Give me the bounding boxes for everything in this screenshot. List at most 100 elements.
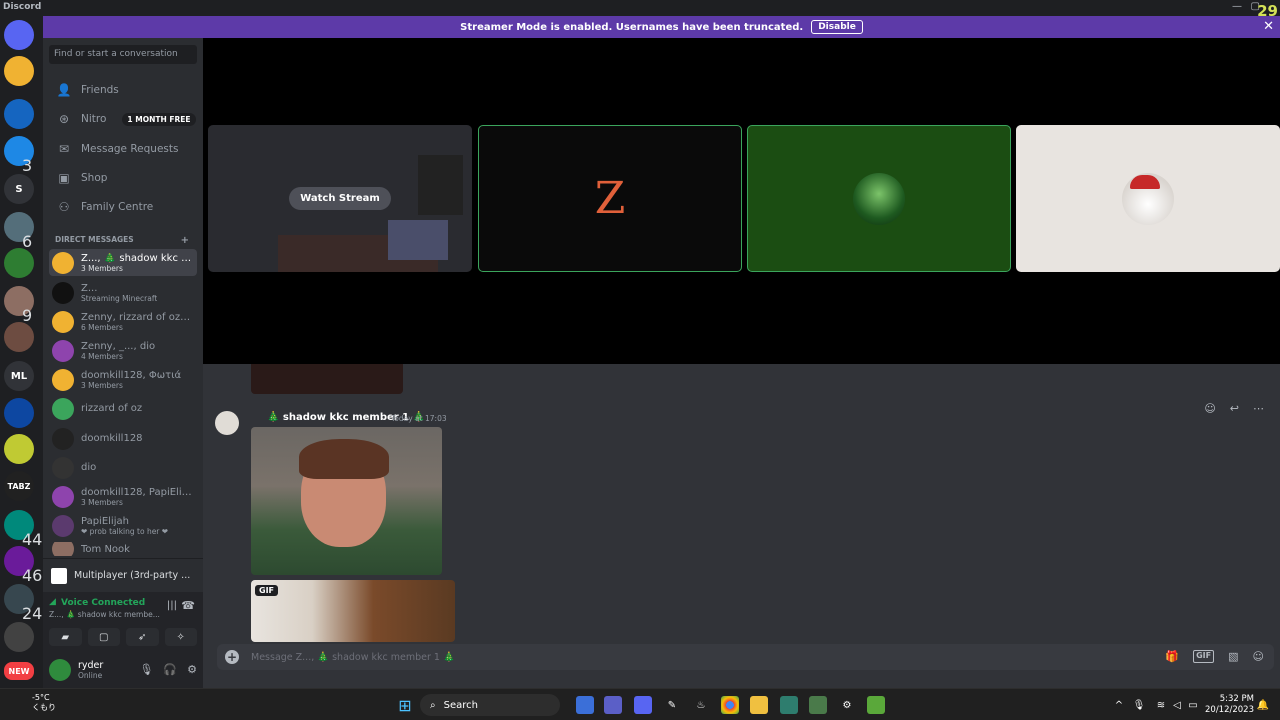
message-composer[interactable]: + Message Z..., 🎄 shadow kkc member 1 🎄 … bbox=[217, 644, 1274, 670]
voice-channel[interactable]: Z..., 🎄 shadow kkc membe... bbox=[49, 610, 160, 619]
dm-name: Zenny, rizzard of oz, d... bbox=[81, 311, 193, 323]
watch-stream-button[interactable]: Watch Stream bbox=[289, 187, 391, 210]
steam-icon[interactable]: ♨ bbox=[692, 696, 710, 714]
nav-label: Message Requests bbox=[81, 143, 179, 155]
server-icon-1[interactable] bbox=[4, 56, 34, 86]
server-icon-8[interactable] bbox=[4, 322, 34, 352]
folder-icon[interactable] bbox=[750, 696, 768, 714]
add-attachment-icon[interactable]: + bbox=[225, 650, 239, 664]
nav-family-centre[interactable]: ⚇ Family Centre bbox=[49, 194, 197, 220]
server-icon-10[interactable] bbox=[4, 398, 34, 428]
noise-suppression-icon[interactable]: ||| bbox=[167, 600, 177, 611]
composer-input[interactable]: Message Z..., 🎄 shadow kkc member 1 🎄 bbox=[251, 652, 455, 663]
nav-label: Friends bbox=[81, 84, 119, 96]
server-icon-17[interactable]: NEW bbox=[4, 662, 34, 680]
nav-nitro[interactable]: ⊛ Nitro 1 MONTH FREE bbox=[49, 106, 197, 132]
friends-icon: 👤 bbox=[56, 83, 72, 97]
battery-icon[interactable]: ▭ bbox=[1184, 696, 1202, 714]
screen-share-icon: ▢ bbox=[99, 631, 109, 643]
user-status: Online bbox=[78, 671, 103, 680]
dm-item[interactable]: Zenny, rizzard of oz, d... 6 Members bbox=[49, 308, 197, 335]
more-icon[interactable]: ⋯ bbox=[1253, 402, 1264, 415]
dm-item[interactable]: PapiElijah ❤ prob talking to her ❤ bbox=[49, 512, 197, 539]
app-icon[interactable] bbox=[576, 696, 594, 714]
nav-message-requests[interactable]: ✉ Message Requests bbox=[49, 136, 197, 162]
minecraft-icon[interactable] bbox=[867, 696, 885, 714]
dm-item[interactable]: Z..., 🎄 shadow kkc m... 3 Members bbox=[49, 249, 197, 276]
start-icon[interactable]: ⊞ bbox=[396, 696, 414, 715]
previous-image[interactable] bbox=[251, 364, 403, 394]
sticker-icon[interactable]: ▧ bbox=[1228, 650, 1238, 663]
minimize-icon[interactable]: — bbox=[1232, 1, 1242, 12]
server-icon-4[interactable]: S bbox=[4, 174, 34, 204]
settings-icon[interactable]: ⚙ bbox=[187, 663, 197, 676]
server-icon-0[interactable] bbox=[4, 20, 34, 50]
server-icon-9[interactable]: ML bbox=[4, 361, 34, 391]
server-icon-6[interactable] bbox=[4, 248, 34, 278]
streamer-mode-banner: Streamer Mode is enabled. Usernames have… bbox=[43, 16, 1280, 38]
dm-item[interactable]: Z... Streaming Minecraft bbox=[49, 279, 197, 306]
gift-icon[interactable]: 🎁 bbox=[1165, 650, 1179, 663]
dm-item[interactable]: rizzard of oz bbox=[49, 395, 197, 422]
user-panel[interactable]: ryder Online 🎙 🎧 ⚙ bbox=[43, 652, 203, 688]
activity-label: Multiplayer (3rd-party ... bbox=[74, 570, 191, 581]
participant-tile-forest[interactable] bbox=[747, 125, 1011, 272]
activity-button[interactable]: ➶ bbox=[126, 628, 159, 646]
server-icon-2[interactable] bbox=[4, 99, 34, 129]
server-icon-16[interactable] bbox=[4, 622, 34, 652]
dm-name: Z..., 🎄 shadow kkc m... bbox=[81, 252, 193, 264]
soundboard-button[interactable]: ✧ bbox=[164, 628, 197, 646]
discord-icon[interactable] bbox=[634, 696, 652, 714]
server-icon-12[interactable]: TABZ bbox=[4, 471, 34, 501]
dm-item[interactable]: doomkill128, Φωτιά 3 Members bbox=[49, 366, 197, 393]
disable-button[interactable]: Disable bbox=[811, 20, 863, 34]
close-icon[interactable]: ✕ bbox=[1263, 19, 1274, 34]
gif-icon[interactable]: GIF bbox=[1193, 650, 1215, 663]
weather-temp: -5°C bbox=[32, 693, 50, 702]
nav-shop[interactable]: ▣ Shop bbox=[49, 165, 197, 191]
screenshare-button[interactable]: ▢ bbox=[87, 628, 120, 646]
camera-button[interactable]: ▰ bbox=[49, 628, 82, 646]
reply-icon[interactable]: ↩ bbox=[1230, 402, 1239, 415]
chrome-icon[interactable] bbox=[721, 696, 739, 714]
pen-icon[interactable]: ✎ bbox=[663, 696, 681, 714]
dm-item[interactable]: Tom Nook bbox=[49, 542, 197, 556]
dm-item[interactable]: doomkill128 bbox=[49, 425, 197, 452]
nav-friends[interactable]: 👤 Friends bbox=[49, 77, 197, 103]
search-input[interactable]: Find or start a conversation bbox=[49, 45, 197, 64]
teams-icon[interactable] bbox=[604, 696, 622, 714]
avatar[interactable] bbox=[49, 659, 71, 681]
chevron-up-icon[interactable]: ^ bbox=[1110, 696, 1128, 714]
dm-name: doomkill128, PapiElijah bbox=[81, 486, 193, 498]
avatar bbox=[52, 514, 74, 537]
participant-tile-z[interactable]: Z bbox=[478, 125, 742, 272]
clock[interactable]: 5:32 PM 20/12/2023 bbox=[1205, 694, 1254, 716]
taskbar-search[interactable]: ⌕ Search bbox=[420, 694, 560, 716]
disconnect-icon[interactable]: ☎ bbox=[181, 599, 195, 612]
add-reaction-icon[interactable]: ☺ bbox=[1204, 402, 1215, 415]
weather-widget[interactable]: -5°C くもり bbox=[10, 693, 56, 713]
headphones-icon[interactable]: 🎧 bbox=[163, 663, 177, 676]
dm-item[interactable]: Zenny, _..., dio 4 Members bbox=[49, 337, 197, 364]
dm-name: Zenny, _..., dio bbox=[81, 340, 156, 352]
participant-tile-cat[interactable] bbox=[1016, 125, 1280, 272]
add-dm-icon[interactable]: + bbox=[181, 235, 189, 246]
gif-attachment[interactable]: GIF bbox=[251, 580, 455, 642]
settings-icon[interactable]: ⚙ bbox=[838, 696, 856, 714]
dm-name: rizzard of oz bbox=[81, 403, 143, 414]
dm-item[interactable]: dio bbox=[49, 454, 197, 481]
participant-avatar bbox=[853, 172, 905, 225]
activity-bar[interactable]: Multiplayer (3rd-party ... bbox=[43, 558, 203, 592]
dm-name: PapiElijah bbox=[81, 515, 129, 527]
dm-item[interactable]: doomkill128, PapiElijah 3 Members bbox=[49, 483, 197, 510]
emoji-icon[interactable]: ☺ bbox=[1253, 650, 1264, 663]
attachment-image[interactable] bbox=[251, 427, 442, 575]
avatar[interactable] bbox=[215, 411, 239, 435]
terminal-icon[interactable] bbox=[780, 696, 798, 714]
microphone-icon[interactable]: 🎙 bbox=[139, 663, 153, 676]
stream-tile[interactable]: Watch Stream bbox=[208, 125, 472, 272]
microphone-icon[interactable]: 🎙 bbox=[1130, 696, 1148, 714]
server-icon-11[interactable] bbox=[4, 434, 34, 464]
notification-icon[interactable]: 🔔 bbox=[1254, 696, 1272, 714]
app-icon[interactable] bbox=[809, 696, 827, 714]
